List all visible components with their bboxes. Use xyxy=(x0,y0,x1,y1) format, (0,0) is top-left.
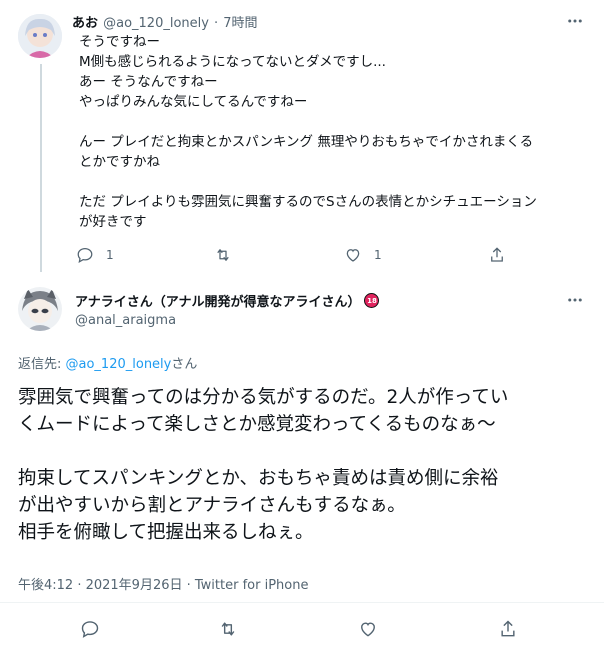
badge-label: 18 xyxy=(367,296,377,305)
share-icon xyxy=(501,620,515,637)
reply-to-suffix: さん xyxy=(171,357,198,372)
reply-to-line: 返信先: @ao_120_lonelyさん xyxy=(18,353,197,372)
timestamp[interactable]: 7時間 xyxy=(223,16,257,31)
retweet-icon xyxy=(217,249,229,261)
tweet-meta[interactable]: 午後4:12 · 2021年9月26日 · Twitter for iPhone xyxy=(18,574,308,593)
handle[interactable]: @ao_120_lonely xyxy=(103,16,209,31)
display-name[interactable]: アナライさん（アナル開発が得意なアライさん） xyxy=(75,295,360,310)
tweet-actions: 1 1 xyxy=(76,246,576,266)
like-icon xyxy=(361,622,375,637)
display-name[interactable]: あお xyxy=(72,16,98,31)
reply-button[interactable]: 1 xyxy=(76,246,114,264)
reply-count: 1 xyxy=(106,248,114,262)
reply-icon xyxy=(77,247,93,263)
retweet-button[interactable] xyxy=(214,246,232,264)
separator: · xyxy=(214,16,219,31)
share-icon xyxy=(491,247,503,262)
avatar[interactable] xyxy=(18,287,62,331)
reply-icon xyxy=(81,621,99,638)
r18-badge-icon: 18 xyxy=(364,293,380,308)
reply-to-prefix: 返信先: xyxy=(18,357,66,372)
tweet-text: そうですねー M側も感じられるようになってないとダメですし... あー そうなん… xyxy=(79,34,537,230)
share-button[interactable] xyxy=(498,619,518,639)
like-count: 1 xyxy=(374,248,382,262)
reply-button[interactable] xyxy=(80,619,100,639)
divider xyxy=(0,602,604,603)
tweet-actions xyxy=(0,619,604,643)
more-button[interactable] xyxy=(566,291,584,313)
reply-to-handle-link[interactable]: @ao_120_lonely xyxy=(66,357,172,372)
like-button[interactable] xyxy=(358,619,378,639)
more-button[interactable] xyxy=(566,12,584,34)
like-icon xyxy=(346,249,360,262)
handle[interactable]: @anal_araigma xyxy=(75,313,176,328)
tweet-header: あお @ao_120_lonely · 7時間 xyxy=(72,12,258,31)
avatar[interactable] xyxy=(18,14,62,58)
share-button[interactable] xyxy=(488,246,506,264)
more-icon xyxy=(568,298,582,302)
display-name-row: アナライさん（アナル開発が得意なアライさん） 18 xyxy=(75,291,380,310)
retweet-icon xyxy=(221,622,235,636)
thread-line xyxy=(40,64,42,272)
more-icon xyxy=(568,19,582,23)
tweet-text: 雰囲気で興奮ってのは分かる気がするのだ。2人が作ってい くムードによって楽しさと… xyxy=(18,387,509,543)
like-button[interactable]: 1 xyxy=(344,246,382,264)
retweet-button[interactable] xyxy=(218,619,238,639)
